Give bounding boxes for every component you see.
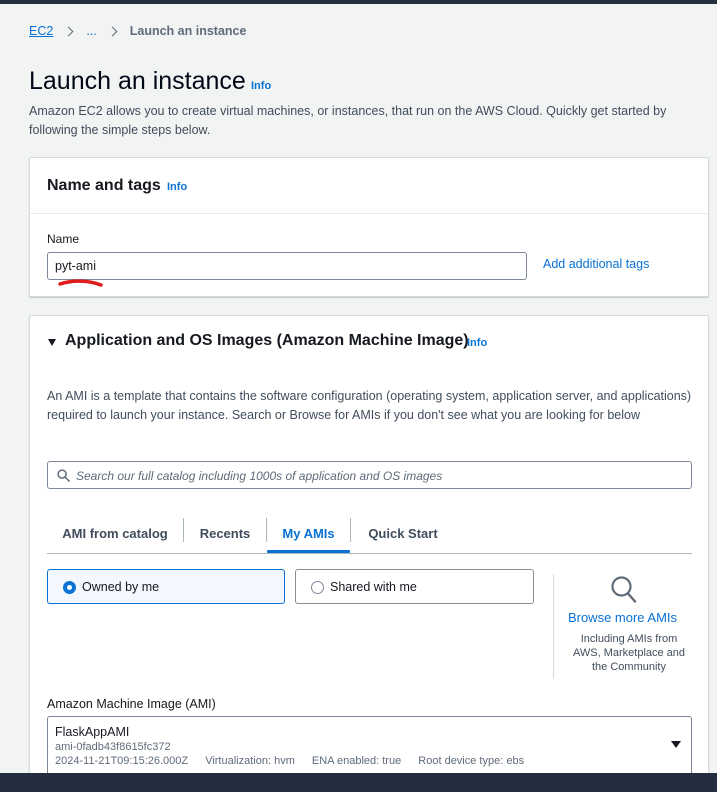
page-title: Launch an instance	[29, 67, 246, 95]
ami-name: FlaskAppAMI	[55, 725, 130, 739]
ami-select-label: Amazon Machine Image (AMI)	[47, 697, 216, 711]
add-additional-tags-link[interactable]: Add additional tags	[543, 257, 649, 271]
browse-more-amis-description: Including AMIs from AWS, Marketplace and…	[572, 633, 686, 673]
browse-amis-column: Browse more AMIs Including AMIs from AWS…	[553, 574, 690, 679]
name-and-tags-header: Name and tags Info	[30, 158, 708, 214]
ami-search-placeholder: Search our full catalog including 1000s …	[76, 469, 443, 483]
ami-root-device: Root device type: ebs	[418, 755, 525, 767]
radio-checked-icon	[63, 581, 76, 594]
breadcrumb-ellipsis[interactable]: ...	[86, 24, 96, 38]
chevron-right-icon	[107, 26, 118, 36]
radio-unchecked-icon	[311, 581, 324, 594]
ami-select[interactable]: FlaskAppAMI ami-0fadb43f8615fc372 2024-1…	[47, 716, 692, 776]
page-description: Amazon EC2 allows you to create virtual …	[29, 104, 667, 137]
ami-search-input[interactable]: Search our full catalog including 1000s …	[47, 461, 692, 489]
breadcrumb: EC2 ... Launch an instance	[29, 22, 246, 40]
ami-meta: 2024-11-21T09:15:26.000Z Virtualization:…	[55, 755, 538, 767]
tab-my-amis[interactable]: My AMIs	[267, 514, 350, 552]
ami-description: An AMI is a template that contains the s…	[47, 389, 692, 422]
owned-by-me-option[interactable]: Owned by me	[47, 569, 285, 604]
name-and-tags-heading: Name and tags	[47, 177, 161, 194]
bottom-bar	[0, 773, 717, 792]
chevron-down-icon	[671, 741, 681, 748]
tab-ami-from-catalog[interactable]: AMI from catalog	[47, 514, 183, 552]
name-and-tags-info-link[interactable]: Info	[167, 181, 187, 193]
tab-quick-start[interactable]: Quick Start	[351, 514, 455, 552]
browse-more-amis-link[interactable]: Browse more AMIs	[554, 610, 691, 625]
shared-with-me-option[interactable]: Shared with me	[295, 569, 534, 604]
collapse-caret-icon[interactable]	[48, 339, 56, 346]
red-underline-annotation	[58, 279, 103, 287]
shared-with-me-label: Shared with me	[330, 580, 417, 594]
ami-section-heading[interactable]: Application and OS Images (Amazon Machin…	[65, 332, 469, 350]
ami-created-date: 2024-11-21T09:15:26.000Z	[55, 755, 189, 767]
ami-virtualization: Virtualization: hvm	[205, 755, 295, 767]
ami-id: ami-0fadb43f8615fc372	[55, 741, 171, 753]
ami-tabs: AMI from catalog Recents My AMIs Quick S…	[47, 514, 692, 554]
magnifier-icon	[611, 576, 637, 603]
top-edge-bar	[0, 0, 717, 4]
breadcrumb-current: Launch an instance	[129, 24, 247, 38]
tab-recents[interactable]: Recents	[184, 514, 266, 552]
ami-section-info-link[interactable]: Info	[467, 337, 487, 349]
ami-ena: ENA enabled: true	[311, 755, 402, 767]
breadcrumb-ec2-link[interactable]: EC2	[29, 24, 53, 38]
name-field-label: Name	[47, 232, 80, 246]
name-and-tags-panel: Name and tags Info Name pyt-ami Add addi…	[29, 157, 709, 297]
chevron-right-icon	[63, 26, 74, 36]
active-tab-indicator	[267, 550, 350, 553]
search-icon	[57, 469, 70, 482]
page-info-link[interactable]: Info	[251, 80, 271, 92]
ami-panel: Application and OS Images (Amazon Machin…	[29, 315, 709, 785]
owned-by-me-label: Owned by me	[82, 580, 160, 594]
name-input[interactable]: pyt-ami	[47, 252, 527, 280]
